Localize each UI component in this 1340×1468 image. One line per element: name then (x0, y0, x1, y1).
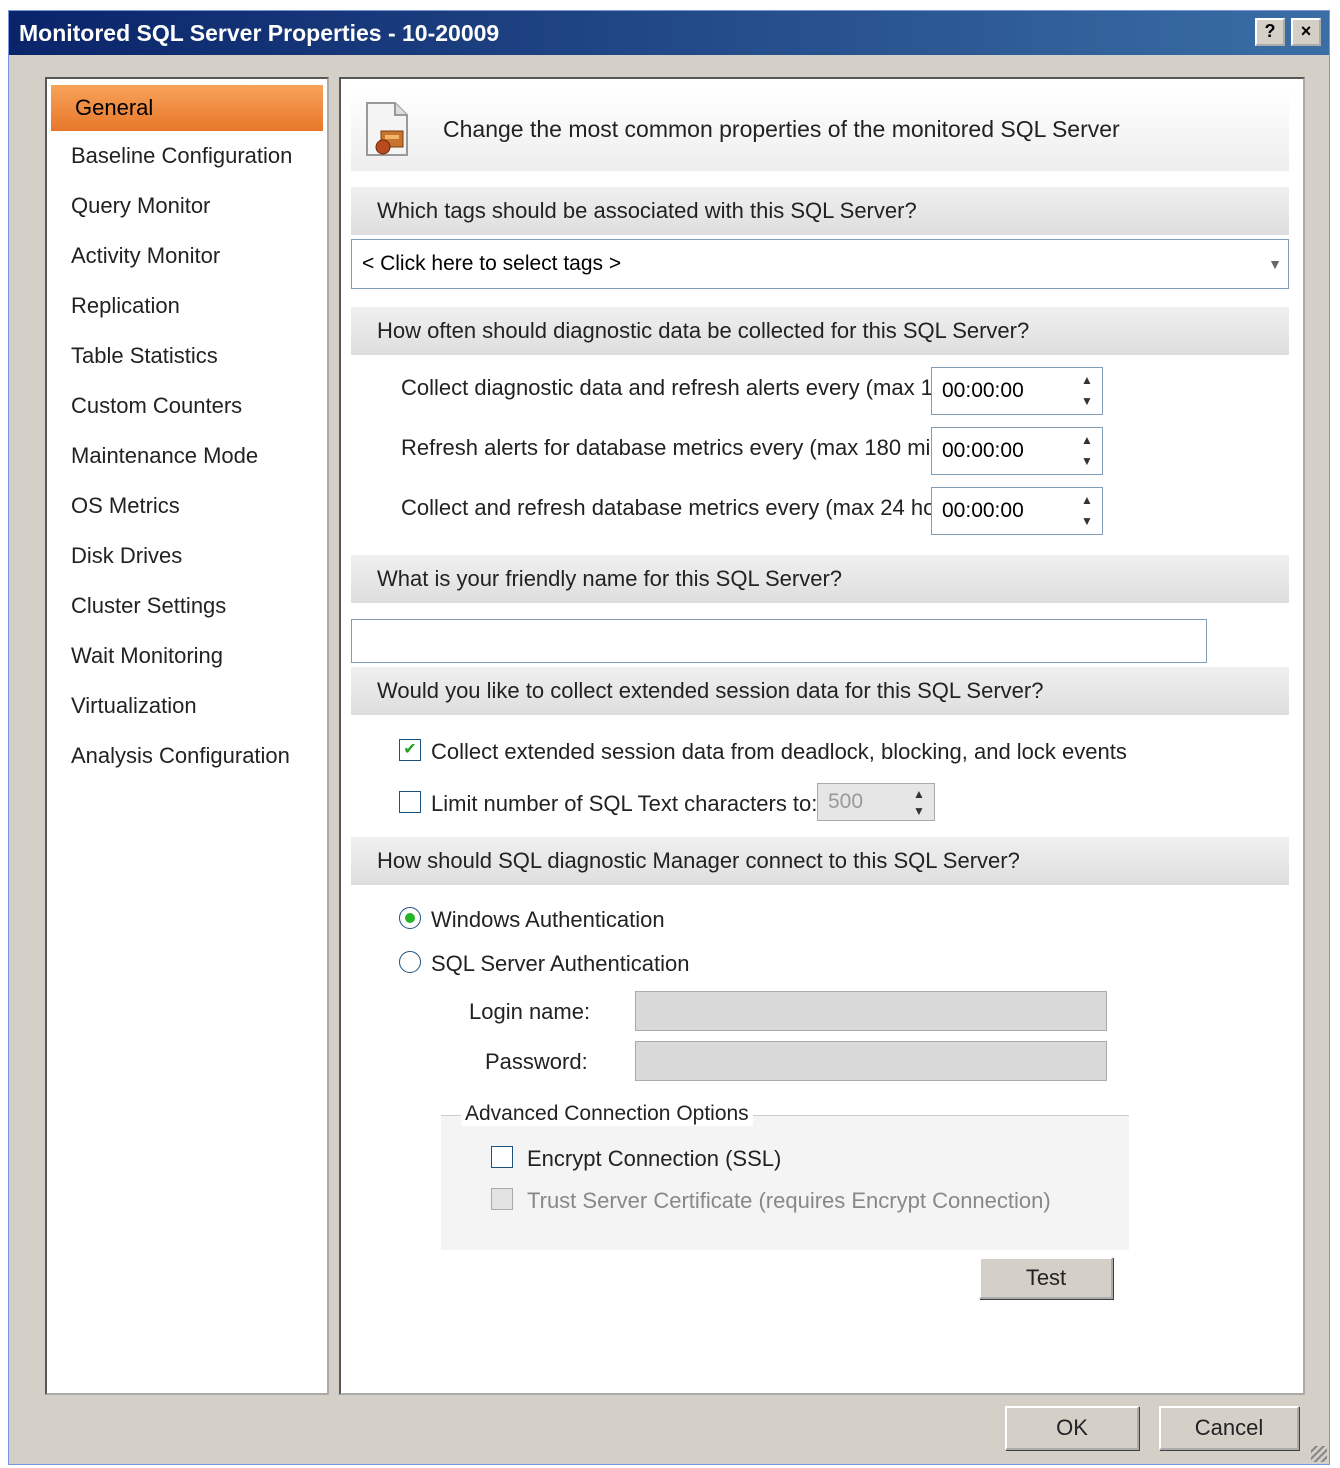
nav-item-maintenance-mode[interactable]: Maintenance Mode (47, 431, 327, 481)
scheduled-collection-value: 00:00:00 (942, 379, 1024, 402)
sql-auth-radio[interactable] (399, 951, 421, 973)
spin-up-icon[interactable]: ▲ (1074, 430, 1100, 451)
database-metrics-value: 00:00:00 (942, 499, 1024, 522)
close-button[interactable]: × (1291, 18, 1321, 46)
spin-down-icon[interactable]: ▼ (1074, 511, 1100, 532)
database-metrics-spinner[interactable]: 00:00:00 ▲ ▼ (931, 487, 1103, 535)
windows-auth-radio[interactable] (399, 907, 421, 929)
tags-heading: Which tags should be associated with thi… (351, 187, 1289, 235)
tags-value: < Click here to select tags > (362, 252, 622, 275)
password-input[interactable] (635, 1041, 1107, 1081)
nav-item-wait-monitoring[interactable]: Wait Monitoring (47, 631, 327, 681)
alert-refresh-value: 00:00:00 (942, 439, 1024, 462)
spin-down-icon[interactable]: ▼ (906, 803, 932, 820)
extended-session-label: Collect extended session data from deadl… (431, 739, 1127, 764)
test-button[interactable]: Test (979, 1257, 1113, 1299)
spin-up-icon[interactable]: ▲ (1074, 490, 1100, 511)
banner-text: Change the most common properties of the… (443, 116, 1120, 142)
encrypt-connection-checkbox[interactable] (491, 1146, 513, 1168)
nav-item-query-monitor[interactable]: Query Monitor (47, 181, 327, 231)
cancel-button[interactable]: Cancel (1159, 1406, 1299, 1450)
alert-refresh-spinner[interactable]: 00:00:00 ▲ ▼ (931, 427, 1103, 475)
ok-button[interactable]: OK (1005, 1406, 1139, 1450)
database-metrics-label: Collect and refresh database metrics eve… (401, 495, 980, 520)
encrypt-connection-label: Encrypt Connection (SSL) (527, 1146, 782, 1171)
properties-dialog: Monitored SQL Server Properties - 10-200… (8, 10, 1330, 1465)
nav-item-baseline-configuration[interactable]: Baseline Configuration (47, 131, 327, 181)
nav-item-disk-drives[interactable]: Disk Drives (47, 531, 327, 581)
extended-session-heading: Would you like to collect extended sessi… (351, 667, 1289, 715)
panel-banner: Change the most common properties of the… (351, 87, 1289, 171)
title-bar: Monitored SQL Server Properties - 10-200… (9, 11, 1329, 55)
nav-item-activity-monitor[interactable]: Activity Monitor (47, 231, 327, 281)
nav-item-replication[interactable]: Replication (47, 281, 327, 331)
resize-grip-icon[interactable] (1311, 1446, 1327, 1462)
nav-item-custom-counters[interactable]: Custom Counters (47, 381, 327, 431)
extended-session-checkbox[interactable]: ✔ (399, 739, 421, 761)
sidebar-nav: General Baseline Configuration Query Mon… (45, 77, 329, 1395)
help-button[interactable]: ? (1255, 18, 1285, 46)
login-name-input[interactable] (635, 991, 1107, 1031)
spin-up-icon[interactable]: ▲ (906, 786, 932, 803)
trust-certificate-checkbox[interactable] (491, 1188, 513, 1210)
chevron-down-icon[interactable]: ▼ (1268, 240, 1282, 288)
tags-combobox[interactable]: < Click here to select tags > ▼ (351, 239, 1289, 289)
collection-heading: How often should diagnostic data be coll… (351, 307, 1289, 355)
advanced-connection-title: Advanced Connection Options (461, 1102, 753, 1126)
nav-item-table-statistics[interactable]: Table Statistics (47, 331, 327, 381)
limit-sql-text-spinner[interactable]: 500 ▲ ▼ (817, 783, 935, 821)
trust-certificate-label: Trust Server Certificate (requires Encry… (527, 1188, 1051, 1213)
nav-item-os-metrics[interactable]: OS Metrics (47, 481, 327, 531)
friendly-name-heading: What is your friendly name for this SQL … (351, 555, 1289, 603)
windows-auth-label: Windows Authentication (431, 907, 665, 932)
connection-heading: How should SQL diagnostic Manager connec… (351, 837, 1289, 885)
sql-auth-label: SQL Server Authentication (431, 951, 690, 976)
login-name-label: Login name: (469, 999, 591, 1024)
limit-sql-text-value: 500 (828, 790, 864, 813)
nav-item-general[interactable]: General (51, 85, 323, 131)
advanced-connection-group: Advanced Connection Options Encrypt Conn… (441, 1102, 1129, 1250)
limit-sql-text-checkbox[interactable] (399, 791, 421, 813)
limit-sql-text-label: Limit number of SQL Text characters to: (431, 791, 818, 816)
general-panel: Change the most common properties of the… (339, 77, 1305, 1395)
nav-item-cluster-settings[interactable]: Cluster Settings (47, 581, 327, 631)
spin-up-icon[interactable]: ▲ (1074, 370, 1100, 391)
spin-down-icon[interactable]: ▼ (1074, 451, 1100, 472)
server-properties-icon (366, 102, 408, 156)
friendly-name-input[interactable] (351, 619, 1207, 663)
password-label: Password: (485, 1049, 588, 1074)
spin-down-icon[interactable]: ▼ (1074, 391, 1100, 412)
nav-item-virtualization[interactable]: Virtualization (47, 681, 327, 731)
scheduled-collection-spinner[interactable]: 00:00:00 ▲ ▼ (931, 367, 1103, 415)
window-title: Monitored SQL Server Properties - 10-200… (19, 20, 500, 46)
nav-item-analysis-configuration[interactable]: Analysis Configuration (47, 731, 327, 781)
alert-refresh-label: Refresh alerts for database metrics ever… (401, 435, 998, 460)
